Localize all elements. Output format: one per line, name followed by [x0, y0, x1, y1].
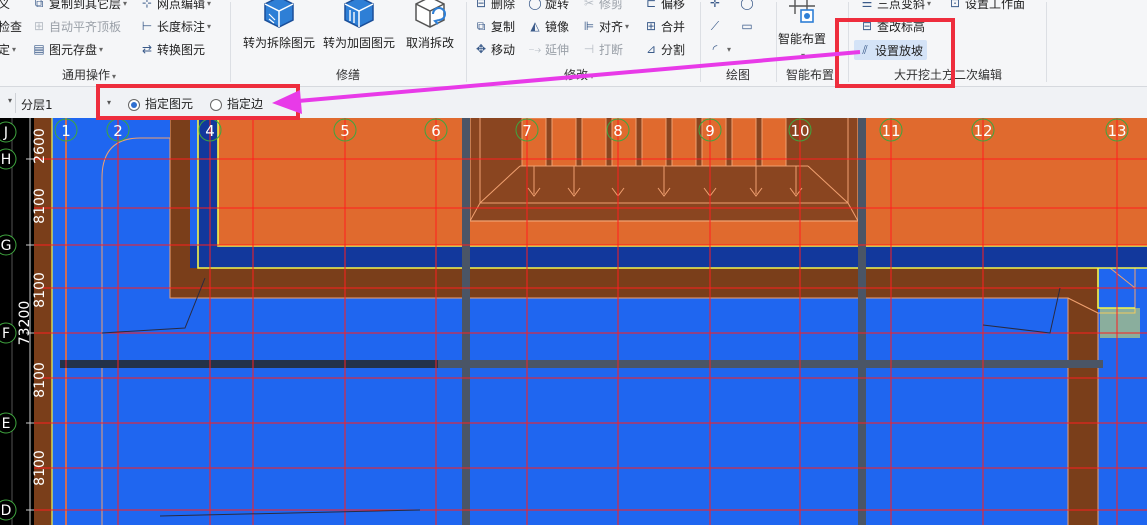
annotation-arrow — [272, 50, 861, 114]
